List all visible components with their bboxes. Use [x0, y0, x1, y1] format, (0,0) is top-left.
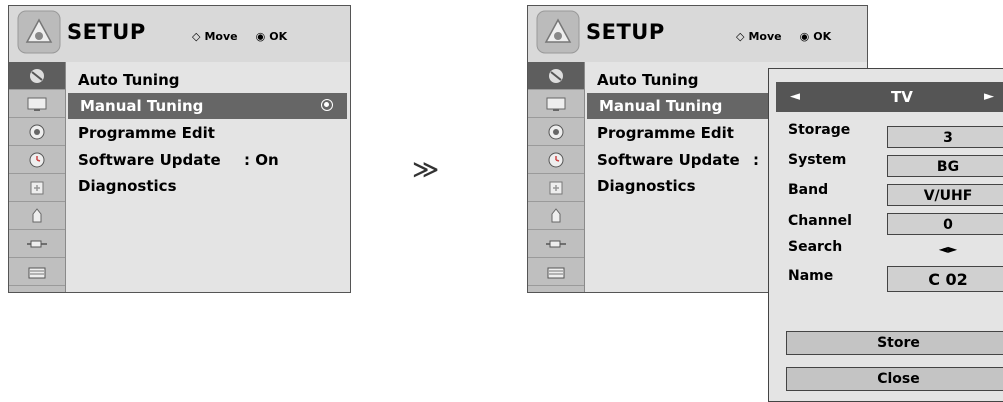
- picture-icon: [27, 97, 47, 111]
- lock-icon: [30, 181, 44, 194]
- category-lock[interactable]: [528, 174, 584, 202]
- ok-label: OK: [269, 30, 288, 43]
- move-icon: ◇: [736, 30, 745, 43]
- category-input[interactable]: [528, 230, 584, 258]
- option-icon: [32, 207, 42, 222]
- tv-icon: [30, 68, 44, 83]
- left-arrow-icon[interactable]: ◄: [790, 82, 800, 112]
- selected-radio-icon: [321, 99, 333, 111]
- menu-item-label: Auto Tuning: [78, 71, 180, 89]
- store-button[interactable]: Store: [786, 331, 1003, 355]
- category-option[interactable]: [528, 202, 584, 230]
- ok-icon: ◉: [255, 30, 266, 43]
- category-lock[interactable]: [9, 174, 65, 202]
- search-control[interactable]: ◄►: [887, 242, 1003, 256]
- category-audio[interactable]: [528, 118, 584, 146]
- source-selector[interactable]: ◄ TV ►: [776, 82, 1003, 112]
- ok-label: OK: [813, 30, 832, 43]
- category-usb[interactable]: [9, 258, 65, 286]
- category-tv[interactable]: [528, 62, 584, 90]
- menu-item-label: Manual Tuning: [80, 97, 204, 115]
- category-picture[interactable]: [9, 90, 65, 118]
- input-icon: [27, 240, 47, 247]
- name-label: Name: [788, 268, 834, 284]
- menu-list: Auto Tuning Manual Tuning Programme Edit…: [66, 62, 350, 292]
- lock-icon: [549, 181, 563, 194]
- menu-item-auto-tuning[interactable]: Auto Tuning: [66, 67, 350, 93]
- nav-hint: ◇ Move ◉ OK: [736, 30, 831, 43]
- menu-header: SETUP ◇ Move ◉ OK: [528, 6, 867, 62]
- storage-field[interactable]: 3: [887, 126, 1003, 148]
- storage-label: Storage: [788, 122, 851, 138]
- close-button[interactable]: Close: [786, 367, 1003, 391]
- menu-item-label: Software Update: [78, 151, 221, 169]
- category-tv[interactable]: [9, 62, 65, 90]
- category-icon-column: [528, 62, 585, 292]
- category-time[interactable]: [528, 146, 584, 174]
- menu-item-label: Auto Tuning: [597, 71, 699, 89]
- setup-logo-icon: [17, 10, 61, 54]
- move-label: Move: [204, 30, 238, 43]
- menu-item-programme-edit[interactable]: Programme Edit: [66, 120, 350, 146]
- category-input[interactable]: [9, 230, 65, 258]
- audio-icon: [29, 124, 45, 139]
- menu-item-label: Diagnostics: [78, 177, 177, 195]
- option-icon: [551, 207, 561, 222]
- menu-item-diagnostics[interactable]: Diagnostics: [66, 173, 350, 199]
- time-icon: [548, 152, 564, 167]
- menu-item-label: Programme Edit: [78, 124, 215, 142]
- category-audio[interactable]: [9, 118, 65, 146]
- tv-icon: [549, 68, 563, 83]
- menu-item-value: : On: [244, 151, 279, 169]
- band-label: Band: [788, 182, 829, 198]
- ok-icon: ◉: [799, 30, 810, 43]
- menu-header: SETUP ◇ Move ◉ OK: [9, 6, 350, 62]
- category-option[interactable]: [9, 202, 65, 230]
- system-label: System: [788, 152, 847, 168]
- category-usb[interactable]: [528, 258, 584, 286]
- menu-item-manual-tuning[interactable]: Manual Tuning: [68, 93, 347, 119]
- setup-menu-left: SETUP ◇ Move ◉ OK Auto Tuning Manual Tun…: [8, 5, 351, 293]
- setup-logo-icon: [536, 10, 580, 54]
- menu-item-label: Programme Edit: [597, 124, 734, 142]
- system-field[interactable]: BG: [887, 155, 1003, 177]
- channel-field[interactable]: 0: [887, 213, 1003, 235]
- search-label: Search: [788, 239, 843, 255]
- menu-item-software-update[interactable]: Software Update : On: [66, 147, 350, 173]
- menu-item-value: :: [753, 151, 759, 169]
- usb-icon: [547, 267, 565, 278]
- input-icon: [546, 240, 566, 247]
- menu-title: SETUP: [67, 20, 146, 44]
- right-arrow-icon[interactable]: ►: [984, 82, 994, 112]
- transition-arrow: ≫: [412, 155, 440, 185]
- name-field[interactable]: C 02: [887, 266, 1003, 292]
- time-icon: [29, 152, 45, 167]
- band-field[interactable]: V/UHF: [887, 184, 1003, 206]
- menu-item-label: Diagnostics: [597, 177, 696, 195]
- menu-item-label: Software Update: [597, 151, 740, 169]
- usb-icon: [28, 267, 46, 278]
- picture-icon: [546, 97, 566, 111]
- category-icon-column: [9, 62, 66, 292]
- category-picture[interactable]: [528, 90, 584, 118]
- move-icon: ◇: [192, 30, 201, 43]
- menu-title: SETUP: [586, 20, 665, 44]
- audio-icon: [548, 124, 564, 139]
- manual-tuning-popup: ◄ TV ► Storage 3 System BG Band V/UHF Ch…: [768, 68, 1003, 402]
- nav-hint: ◇ Move ◉ OK: [192, 30, 287, 43]
- move-label: Move: [748, 30, 782, 43]
- menu-item-label: Manual Tuning: [599, 97, 723, 115]
- category-time[interactable]: [9, 146, 65, 174]
- source-label: TV: [891, 88, 913, 106]
- channel-label: Channel: [788, 213, 852, 229]
